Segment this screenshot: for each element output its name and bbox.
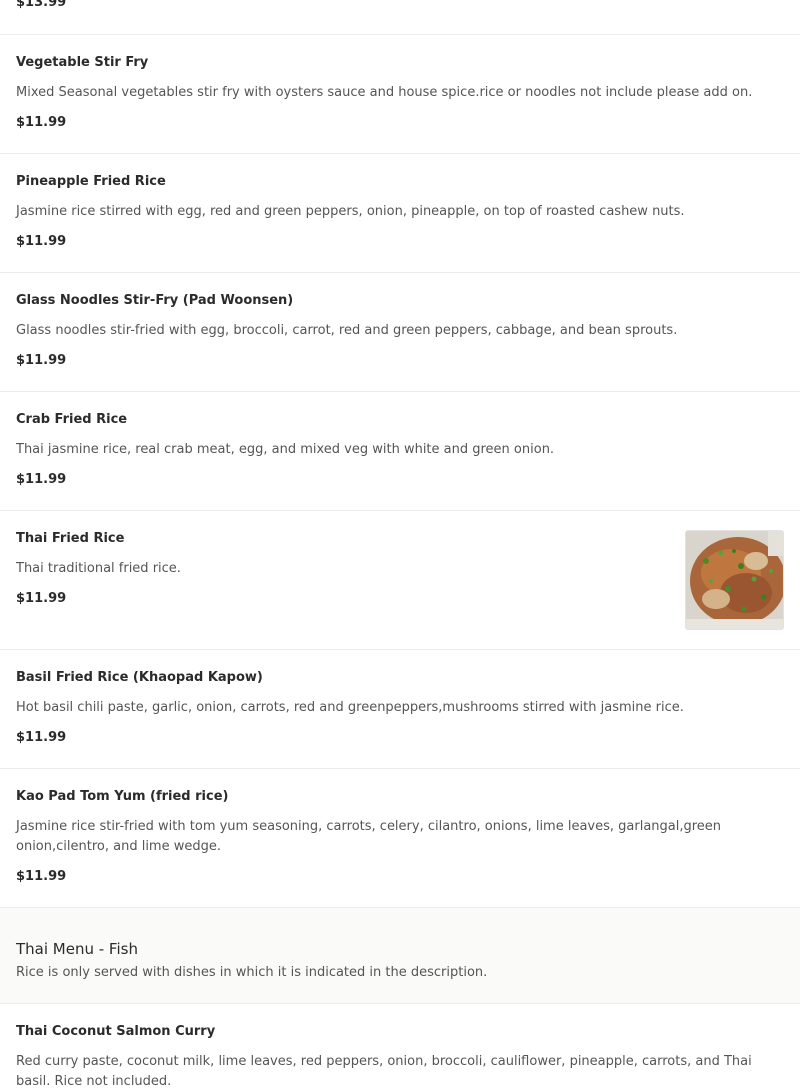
item-name: Vegetable Stir Fry <box>16 55 149 70</box>
item-name: Kao Pad Tom Yum (fried rice) <box>16 789 229 804</box>
item-description: Jasmine rice stir-fried with tom yum sea… <box>16 819 722 854</box>
menu-item-glass-noodles[interactable]: Glass Noodles Stir-Fry (Pad Woonsen) Gla… <box>0 273 800 392</box>
item-description: Thai jasmine rice, real crab meat, egg, … <box>16 442 555 457</box>
section-note: Rice is only served with dishes in which… <box>16 965 488 980</box>
item-description: Jasmine rice stirred with egg, red and g… <box>16 204 685 219</box>
menu-section-header: Thai Menu - Fish Rice is only served wit… <box>0 908 800 1004</box>
menu-item-vegetable-stir-fry[interactable]: Vegetable Stir Fry Mixed Seasonal vegeta… <box>0 35 800 154</box>
item-description: Mixed Seasonal vegetables stir fry with … <box>16 85 753 100</box>
menu-list: $13.99 Vegetable Stir Fry Mixed Seasonal… <box>0 0 800 1088</box>
item-description: Thai traditional fried rice. <box>16 561 181 576</box>
fried-rice-photo[interactable] <box>685 530 784 630</box>
item-description: Red curry paste, coconut milk, lime leav… <box>16 1054 752 1088</box>
menu-item[interactable]: $13.99 <box>0 0 800 35</box>
menu-item-crab-fried-rice[interactable]: Crab Fried Rice Thai jasmine rice, real … <box>0 392 800 511</box>
menu-item-kao-pad-tom-yum[interactable]: Kao Pad Tom Yum (fried rice) Jasmine ric… <box>0 769 800 908</box>
item-name: Basil Fried Rice (Khaopad Kapow) <box>16 670 263 685</box>
item-name: Glass Noodles Stir-Fry (Pad Woonsen) <box>16 293 294 308</box>
menu-item-thai-coconut-salmon-curry[interactable]: Thai Coconut Salmon Curry Red curry past… <box>0 1004 800 1088</box>
section-title: Thai Menu - Fish <box>16 940 138 958</box>
item-description: Hot basil chili paste, garlic, onion, ca… <box>16 700 684 715</box>
item-name: Thai Fried Rice <box>16 531 125 546</box>
menu-viewport: $13.99 Vegetable Stir Fry Mixed Seasonal… <box>0 0 800 1088</box>
item-price: $11.99 <box>16 234 67 249</box>
item-price: $11.99 <box>16 353 67 368</box>
item-name: Pineapple Fried Rice <box>16 174 166 189</box>
item-price: $11.99 <box>16 115 67 130</box>
item-price: $11.99 <box>16 591 67 606</box>
item-description: Glass noodles stir-fried with egg, brocc… <box>16 323 678 338</box>
menu-item-pineapple-fried-rice[interactable]: Pineapple Fried Rice Jasmine rice stirre… <box>0 154 800 273</box>
item-price: $11.99 <box>16 472 67 487</box>
item-name: Thai Coconut Salmon Curry <box>16 1024 216 1039</box>
item-price: $11.99 <box>16 869 67 884</box>
menu-item-basil-fried-rice[interactable]: Basil Fried Rice (Khaopad Kapow) Hot bas… <box>0 650 800 769</box>
item-price: $13.99 <box>16 0 67 10</box>
item-price: $11.99 <box>16 730 67 745</box>
menu-item-thai-fried-rice[interactable]: Thai Fried Rice Thai traditional fried r… <box>0 511 800 650</box>
item-name: Crab Fried Rice <box>16 412 128 427</box>
